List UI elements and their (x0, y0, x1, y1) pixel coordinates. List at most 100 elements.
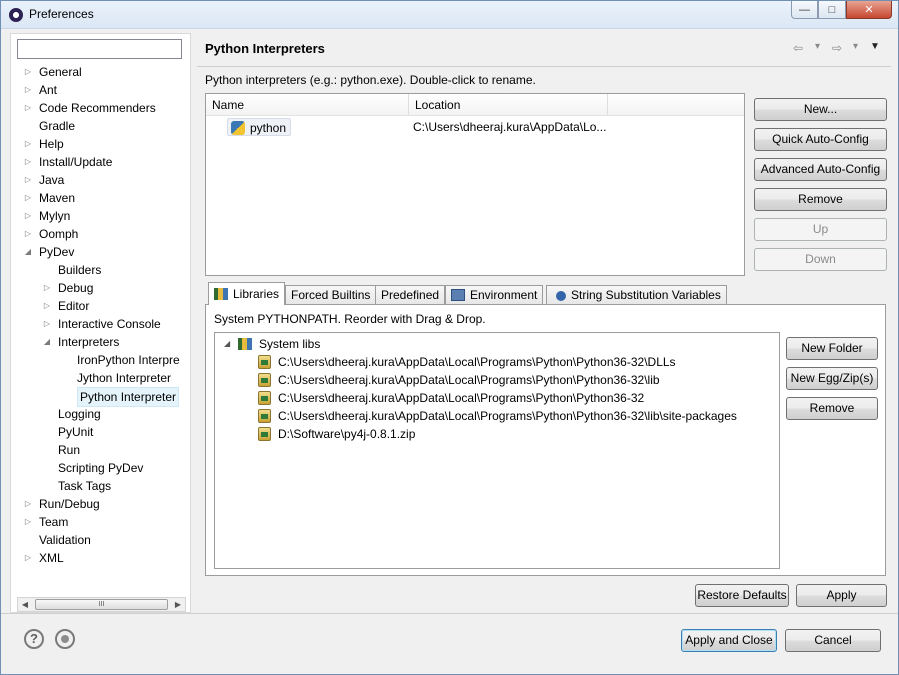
tree-item-label: Builders (58, 263, 102, 277)
advanced-auto-config-button[interactable]: Advanced Auto-Config (754, 158, 887, 181)
interpreters-description: Python interpreters (e.g.: python.exe). … (205, 73, 536, 87)
expand-twisty-icon[interactable]: ▷ (42, 297, 52, 315)
expand-twisty-icon[interactable]: ▷ (23, 189, 33, 207)
collapse-twisty-icon[interactable]: ◢ (42, 333, 52, 351)
expand-twisty-icon[interactable]: ▷ (23, 153, 33, 171)
libraries-icon (214, 288, 228, 300)
tab-environment-label: Environment (470, 288, 538, 302)
collapse-twisty-icon[interactable]: ◢ (23, 243, 33, 261)
help-icon[interactable]: ? (24, 629, 44, 649)
tab-predefined-label: Predefined (381, 288, 440, 302)
record-macro-icon[interactable] (55, 629, 75, 649)
collapse-twisty-icon[interactable]: ◢ (224, 335, 234, 353)
quick-auto-config-button[interactable]: Quick Auto-Config (754, 128, 887, 151)
library-jar-icon (258, 409, 271, 423)
filter-input[interactable] (17, 39, 182, 59)
expand-twisty-icon (61, 351, 71, 369)
tree-item-label: Team (39, 515, 69, 529)
remove-library-button[interactable]: Remove (786, 397, 878, 420)
library-jar-icon (258, 355, 271, 369)
up-button[interactable]: Up (754, 218, 887, 241)
forward-menu-chevron-icon[interactable]: ▾ (853, 41, 858, 55)
tab-environment[interactable]: Environment (445, 285, 544, 305)
tree-item-label: Run/Debug (39, 497, 100, 511)
system-libs-icon (238, 338, 252, 350)
library-path-label: C:\Users\dheeraj.kura\AppData\Local\Prog… (278, 409, 737, 423)
tree-item-label: Interactive Console (58, 317, 161, 331)
view-menu-icon[interactable]: ▼ (870, 41, 880, 55)
eclipse-icon (9, 8, 23, 22)
column-header-location[interactable]: Location (409, 94, 608, 116)
expand-twisty-icon[interactable]: ▷ (23, 99, 33, 117)
tree-item-label: Maven (39, 191, 76, 205)
scroll-thumb[interactable]: III (35, 599, 168, 610)
new-folder-button[interactable]: New Folder (786, 337, 878, 360)
python-icon (231, 121, 245, 135)
new-egg-zip-button[interactable]: New Egg/Zip(s) (786, 367, 878, 390)
expand-twisty-icon (42, 477, 52, 495)
tab-string-substitution-label: String Substitution Variables (571, 288, 721, 302)
restore-defaults-button[interactable]: Restore Defaults (695, 584, 789, 607)
expand-twisty-icon[interactable]: ▷ (42, 315, 52, 333)
library-path-label: D:\Software\py4j-0.8.1.zip (278, 427, 416, 441)
expand-twisty-icon[interactable]: ▷ (23, 225, 33, 243)
preferences-window: Preferences — □ ✕ ▷ General ▷ Ant ▷ Code Reco… (0, 0, 899, 675)
tab-predefined[interactable]: Predefined (375, 285, 446, 305)
interpreters-table[interactable]: Name Location python C:\Users\dheeraj.ku… (205, 93, 745, 276)
library-jar-icon (258, 427, 271, 441)
environment-icon (451, 289, 465, 301)
new-interpreter-button[interactable]: New... (754, 98, 887, 121)
tree-item-label: Logging (58, 407, 101, 421)
tab-libraries[interactable]: Libraries (208, 282, 286, 305)
apply-and-close-button[interactable]: Apply and Close (681, 629, 777, 652)
minimize-button[interactable]: — (791, 1, 818, 19)
window-title: Preferences (29, 7, 94, 21)
tree-item-label: Python Interpreter (77, 387, 180, 407)
expand-twisty-icon (42, 459, 52, 477)
tree-item-label: XML (39, 551, 64, 565)
expand-twisty-icon[interactable]: ▷ (23, 171, 33, 189)
tree-horizontal-scrollbar[interactable]: ◀ III ▶ (17, 597, 186, 612)
interpreter-location: C:\Users\dheeraj.kura\AppData\Lo... (413, 120, 607, 134)
libraries-description: System PYTHONPATH. Reorder with Drag & D… (214, 312, 486, 326)
library-path-label: C:\Users\dheeraj.kura\AppData\Local\Prog… (278, 391, 645, 405)
forward-arrow-icon[interactable]: ⇨ (832, 41, 842, 55)
tab-forced-builtins[interactable]: Forced Builtins (285, 285, 377, 305)
system-libs-tree[interactable]: ◢ System libs C:\Users\dheeraj.kura\AppD… (214, 332, 780, 569)
apply-button[interactable]: Apply (796, 584, 887, 607)
expand-twisty-icon[interactable]: ▷ (23, 207, 33, 225)
interpreter-row-name[interactable]: python (227, 118, 292, 136)
expand-twisty-icon[interactable]: ▷ (23, 549, 33, 567)
expand-twisty-icon (61, 369, 71, 387)
remove-interpreter-button[interactable]: Remove (754, 188, 887, 211)
scroll-right-arrow-icon[interactable]: ▶ (171, 598, 185, 611)
expand-twisty-icon[interactable]: ▷ (42, 279, 52, 297)
expand-twisty-icon[interactable]: ▷ (23, 513, 33, 531)
back-menu-chevron-icon[interactable]: ▾ (815, 41, 820, 55)
string-variables-icon (556, 291, 566, 301)
down-button[interactable]: Down (754, 248, 887, 271)
tree-item-label: Oomph (39, 227, 79, 241)
column-header-name[interactable]: Name (206, 94, 409, 116)
column-header-filler (608, 94, 744, 116)
tree-item-label: Task Tags (58, 479, 112, 493)
expand-twisty-icon[interactable]: ▷ (23, 135, 33, 153)
tree-item-label: Gradle (39, 119, 76, 133)
tree-item-label: Interpreters (58, 335, 120, 349)
tree-item-label: Help (39, 137, 64, 151)
tab-string-substitution-variables[interactable]: String Substitution Variables (546, 285, 727, 305)
back-arrow-icon[interactable]: ⇦ (793, 41, 803, 55)
cancel-button[interactable]: Cancel (785, 629, 881, 652)
tree-item-label: Editor (58, 299, 90, 313)
close-button[interactable]: ✕ (846, 1, 892, 19)
maximize-button[interactable]: □ (818, 1, 846, 19)
expand-twisty-icon[interactable]: ▷ (23, 63, 33, 81)
scroll-left-arrow-icon[interactable]: ◀ (18, 598, 32, 611)
expand-twisty-icon[interactable]: ▷ (23, 81, 33, 99)
page-title: Python Interpreters (205, 41, 325, 56)
expand-twisty-icon[interactable]: ▷ (23, 495, 33, 513)
expand-twisty-icon (42, 405, 52, 423)
tab-libraries-label: Libraries (233, 287, 280, 301)
tree-item-label: Ant (39, 83, 58, 97)
library-path-label: C:\Users\dheeraj.kura\AppData\Local\Prog… (278, 355, 676, 369)
